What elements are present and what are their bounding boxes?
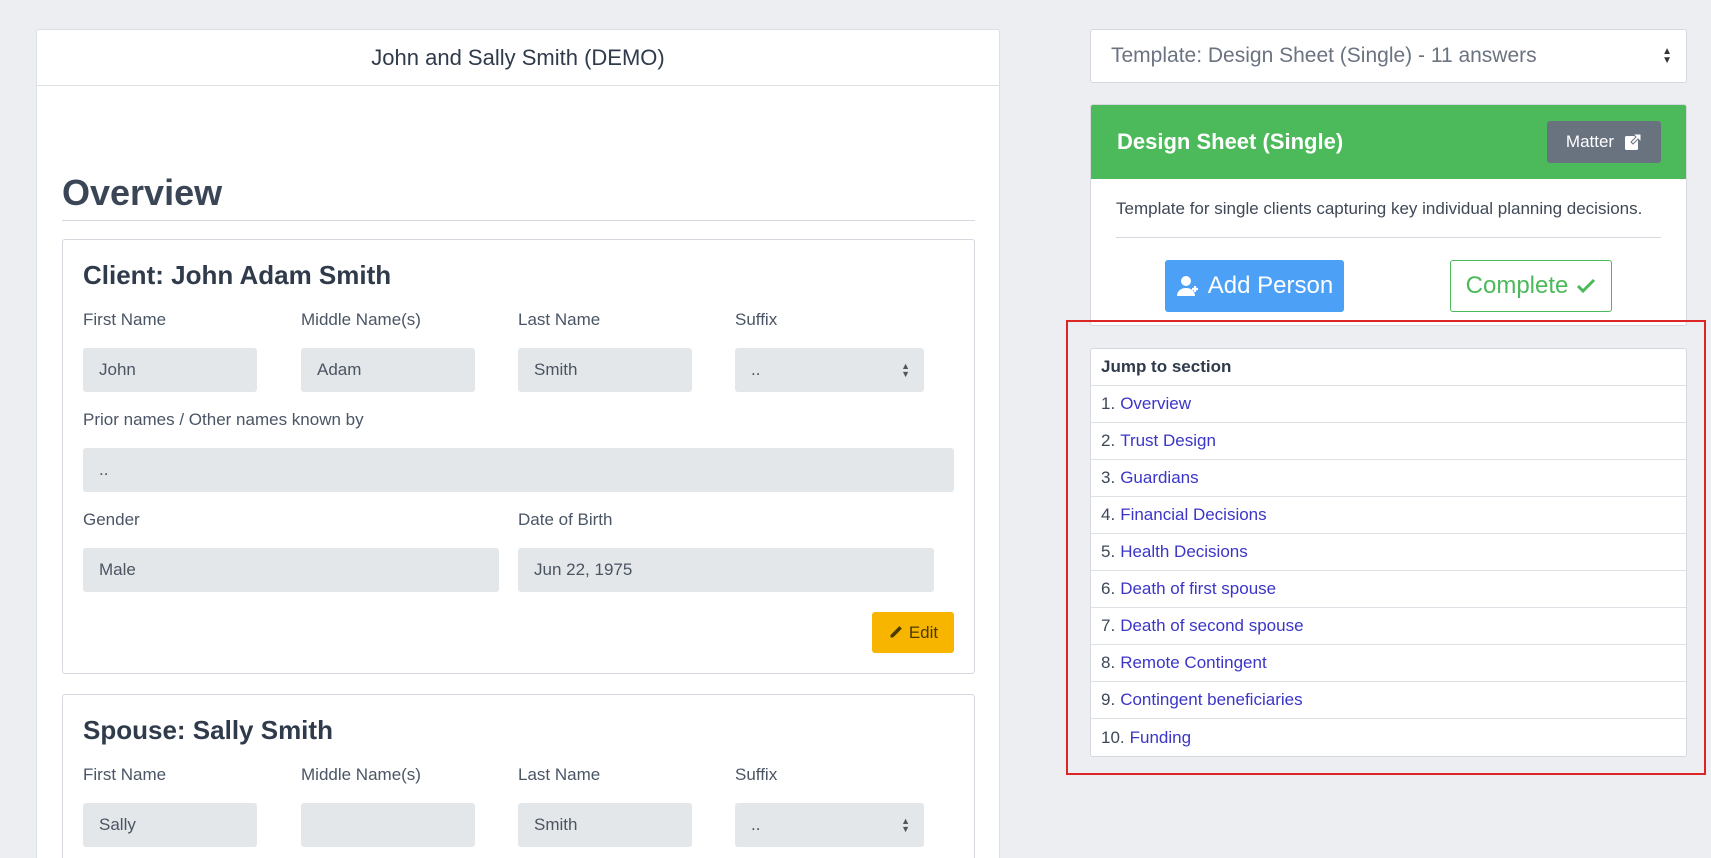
jump-to-section-heading: Jump to section [1091, 349, 1686, 386]
field-label: First Name [83, 765, 167, 784]
client-dob-input[interactable]: Jun 22, 1975 [518, 548, 934, 592]
design-sheet-title: Design Sheet (Single) [1117, 129, 1344, 154]
list-item: 8. Remote Contingent [1091, 645, 1686, 682]
spouse-card: Spouse: Sally Smith First Name Sally Mid… [62, 694, 975, 858]
field-label: Gender [83, 510, 140, 529]
list-item: 3. Guardians [1091, 460, 1686, 497]
client-gender-field: Gender Male [83, 510, 499, 592]
client-last-name-input[interactable]: Smith [518, 348, 692, 392]
jump-item-number: 8. [1101, 653, 1116, 672]
spouse-suffix-field: Suffix .. ▲ ▼ [735, 765, 924, 847]
spouse-suffix-value: .. [751, 815, 761, 834]
spouse-first-name-input[interactable]: Sally [83, 803, 257, 847]
list-item: 2. Trust Design [1091, 423, 1686, 460]
jump-item-number: 6. [1101, 579, 1116, 598]
field-label: First Name [83, 310, 167, 329]
list-item: 9. Contingent beneficiaries [1091, 682, 1686, 719]
client-middle-name-input[interactable]: Adam [301, 348, 475, 392]
field-label: Middle Name(s) [301, 765, 421, 784]
jump-link[interactable]: Funding [1130, 728, 1191, 748]
jump-item-number: 2. [1101, 431, 1116, 450]
list-item: 5. Health Decisions [1091, 534, 1686, 571]
design-sheet-description: Template for single clients capturing ke… [1116, 199, 1661, 238]
jump-item-number: 3. [1101, 468, 1116, 487]
template-select[interactable]: Template: Design Sheet (Single) - 11 ans… [1090, 29, 1687, 83]
client-suffix-field: Suffix .. ▲ ▼ [735, 310, 924, 392]
client-card: Client: John Adam Smith First Name John … [62, 239, 975, 674]
spouse-title: Spouse: Sally Smith [83, 715, 333, 745]
spouse-middle-name-input[interactable] [301, 803, 475, 847]
add-person-label: Add Person [1207, 272, 1334, 299]
list-item: 1. Overview [1091, 386, 1686, 423]
jump-link[interactable]: Guardians [1120, 468, 1198, 488]
client-first-name-field: First Name John [83, 310, 257, 392]
jump-item-number: 1. [1101, 394, 1116, 413]
design-sheet-card: Design Sheet (Single) Matter Template fo… [1090, 104, 1687, 326]
jump-item-number: 5. [1101, 542, 1116, 561]
field-label: Last Name [518, 765, 601, 784]
jump-link[interactable]: Death of first spouse [1120, 579, 1276, 599]
jump-link[interactable]: Death of second spouse [1120, 616, 1303, 636]
spouse-last-name-field: Last Name Smith [518, 765, 692, 847]
page: John and Sally Smith (DEMO) Overview Cli… [0, 0, 1711, 858]
template-select-value: Template: Design Sheet (Single) - 11 ans… [1111, 44, 1537, 67]
client-dob-field: Date of Birth Jun 22, 1975 [518, 510, 934, 592]
page-title: John and Sally Smith (DEMO) [37, 30, 999, 86]
client-prior-names-field: Prior names / Other names known by .. [83, 410, 954, 492]
field-label: Last Name [518, 310, 601, 329]
jump-item-number: 7. [1101, 616, 1116, 635]
edit-button-label: Edit [908, 622, 939, 642]
spouse-first-name-field: First Name Sally [83, 765, 257, 847]
spouse-last-name-input[interactable]: Smith [518, 803, 692, 847]
client-suffix-value: .. [751, 360, 761, 379]
matter-card: John and Sally Smith (DEMO) Overview Cli… [36, 29, 1000, 858]
jump-link[interactable]: Overview [1120, 394, 1191, 414]
client-first-name-input[interactable]: John [83, 348, 257, 392]
list-item: 6. Death of first spouse [1091, 571, 1686, 608]
select-arrows-icon: ▲ ▼ [901, 361, 910, 379]
edit-button[interactable]: Edit [872, 612, 954, 653]
client-last-name-field: Last Name Smith [518, 310, 692, 392]
jump-to-section-list: Jump to section 1. Overview 2. Trust Design… [1090, 348, 1687, 757]
design-sheet-header: Design Sheet (Single) Matter [1091, 105, 1686, 179]
matter-button[interactable]: Matter [1547, 121, 1661, 163]
select-arrows-icon: ▲ ▼ [901, 816, 910, 834]
field-label: Prior names / Other names known by [83, 410, 364, 429]
list-item: 10. Funding [1091, 719, 1686, 756]
complete-button[interactable]: Complete [1450, 260, 1612, 312]
client-title: Client: John Adam Smith [83, 260, 392, 290]
external-link-icon [1625, 133, 1642, 150]
jump-link[interactable]: Contingent beneficiaries [1120, 690, 1302, 710]
matter-button-label: Matter [1565, 132, 1615, 151]
client-gender-input[interactable]: Male [83, 548, 499, 592]
spouse-middle-name-field: Middle Name(s) [301, 765, 475, 847]
jump-link[interactable]: Financial Decisions [1120, 505, 1266, 525]
field-label: Suffix [735, 310, 778, 329]
field-label: Middle Name(s) [301, 310, 421, 329]
user-plus-icon [1176, 276, 1198, 296]
check-icon [1577, 278, 1596, 294]
jump-item-number: 9. [1101, 690, 1116, 709]
select-arrows-icon: ▲ ▼ [1662, 46, 1672, 66]
client-suffix-select[interactable]: .. ▲ ▼ [735, 348, 924, 392]
client-middle-name-field: Middle Name(s) Adam [301, 310, 475, 392]
add-person-button[interactable]: Add Person [1165, 260, 1344, 312]
field-label: Date of Birth [518, 510, 613, 529]
field-label: Suffix [735, 765, 778, 784]
spouse-suffix-select[interactable]: .. ▲ ▼ [735, 803, 924, 847]
design-sheet-actions: Add Person Complete [1091, 238, 1686, 325]
overview-heading: Overview [62, 172, 975, 221]
complete-label: Complete [1465, 272, 1569, 299]
client-prior-names-input[interactable]: .. [83, 448, 954, 492]
jump-item-number: 10. [1101, 727, 1125, 747]
jump-item-number: 4. [1101, 505, 1116, 524]
jump-link[interactable]: Remote Contingent [1120, 653, 1266, 673]
jump-link[interactable]: Health Decisions [1120, 542, 1248, 562]
jump-link[interactable]: Trust Design [1120, 431, 1216, 451]
pencil-icon [889, 626, 902, 639]
list-item: 4. Financial Decisions [1091, 497, 1686, 534]
list-item: 7. Death of second spouse [1091, 608, 1686, 645]
